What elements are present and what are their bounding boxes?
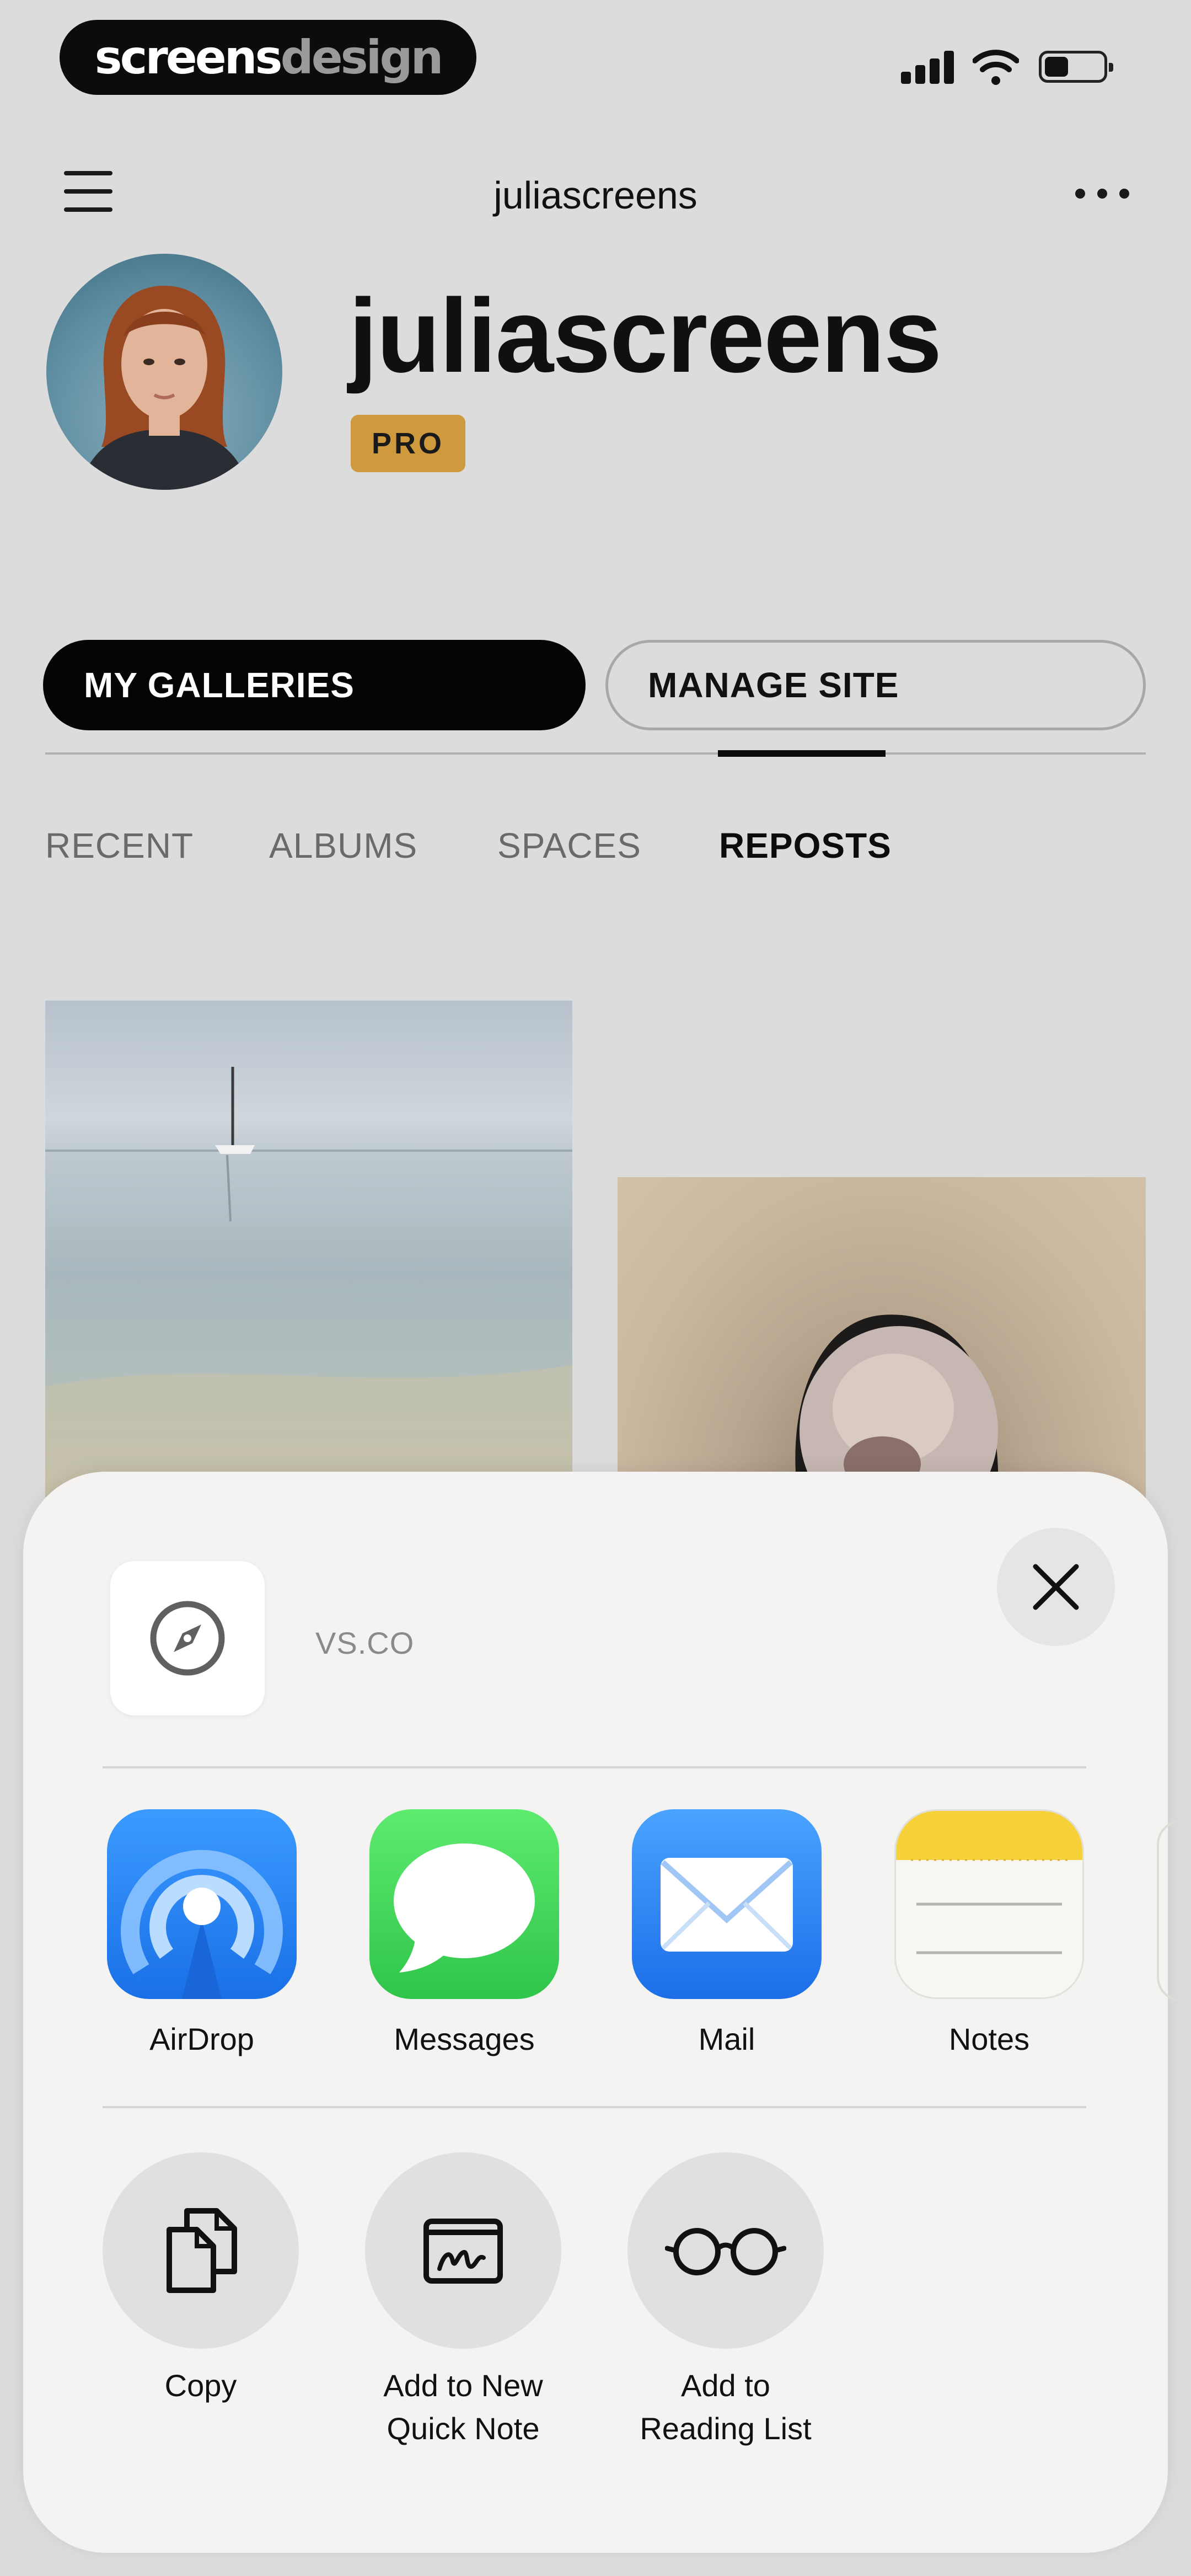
add-reading-list-button[interactable] [627, 2152, 824, 2349]
wifi-icon [972, 47, 1020, 86]
glasses-icon [665, 2228, 786, 2275]
site-url: VS.CO [315, 1626, 415, 1660]
menu-button[interactable] [61, 167, 116, 216]
tab-active-indicator [718, 750, 886, 757]
avatar[interactable] [46, 254, 282, 490]
airdrop-icon [121, 1850, 283, 1999]
reading-list-label: Add to Reading List [604, 2364, 847, 2450]
quick-note-label-line1: Add to New [383, 2368, 543, 2403]
repost-photo-jellyfish[interactable] [618, 1177, 1146, 1508]
mail-label: Mail [698, 2022, 755, 2056]
brand-text-part2: design [280, 30, 444, 84]
brand-watermark: screens design [60, 20, 476, 95]
quick-note-label: Add to New Quick Note [342, 2364, 584, 2450]
share-sheet-divider [103, 1766, 1086, 1768]
messages-app-button[interactable] [369, 1809, 559, 1999]
compass-icon [150, 1601, 225, 1676]
ellipsis-icon [1075, 189, 1085, 199]
quick-note-icon [423, 2219, 503, 2284]
tab-albums[interactable]: ALBUMS [269, 825, 417, 866]
reading-list-label-line2: Reading List [640, 2411, 812, 2446]
notes-app-button[interactable] [894, 1809, 1084, 1999]
close-share-sheet-button[interactable] [997, 1528, 1115, 1646]
airdrop-app-button[interactable] [107, 1809, 297, 1999]
add-quick-note-button[interactable] [365, 2152, 561, 2349]
tab-reposts[interactable]: REPOSTS [719, 825, 892, 866]
notes-icon [896, 1811, 1082, 1954]
tab-spaces[interactable]: SPACES [497, 825, 641, 866]
pro-badge: PRO [351, 415, 465, 472]
copy-label-line1: Copy [164, 2368, 237, 2403]
reading-list-label-line1: Add to [681, 2368, 770, 2403]
quick-note-label-line2: Quick Note [387, 2411, 540, 2446]
airdrop-label: AirDrop [149, 2022, 254, 2056]
hamburger-icon [64, 171, 112, 175]
messages-icon [394, 1843, 535, 1973]
tab-divider [45, 752, 1146, 755]
repost-photo-sailboat[interactable] [45, 1001, 572, 1497]
actions-divider [103, 2106, 1086, 2108]
mail-app-button[interactable] [632, 1809, 822, 1999]
copy-button[interactable] [103, 2152, 299, 2349]
close-icon [1033, 1564, 1079, 1610]
profile-name: juliascreens [348, 277, 942, 394]
my-galleries-button[interactable]: MY GALLERIES [43, 640, 586, 730]
cellular-signal-icon [901, 51, 956, 84]
site-preview-tile [110, 1561, 265, 1715]
notes-label: Notes [948, 2022, 1030, 2056]
copy-icon [167, 2208, 237, 2293]
header-title: juliascreens [493, 174, 698, 217]
brand-text-part1: screens [94, 30, 283, 84]
messages-label: Messages [394, 2022, 535, 2056]
battery-icon [1039, 51, 1113, 83]
copy-label: Copy [79, 2364, 322, 2407]
more-apps-peek[interactable] [1157, 1820, 1181, 2001]
more-options-button[interactable] [1070, 177, 1136, 210]
tab-recent[interactable]: RECENT [45, 825, 194, 866]
manage-site-button[interactable]: MANAGE SITE [605, 640, 1146, 730]
mail-icon [661, 1858, 793, 1952]
